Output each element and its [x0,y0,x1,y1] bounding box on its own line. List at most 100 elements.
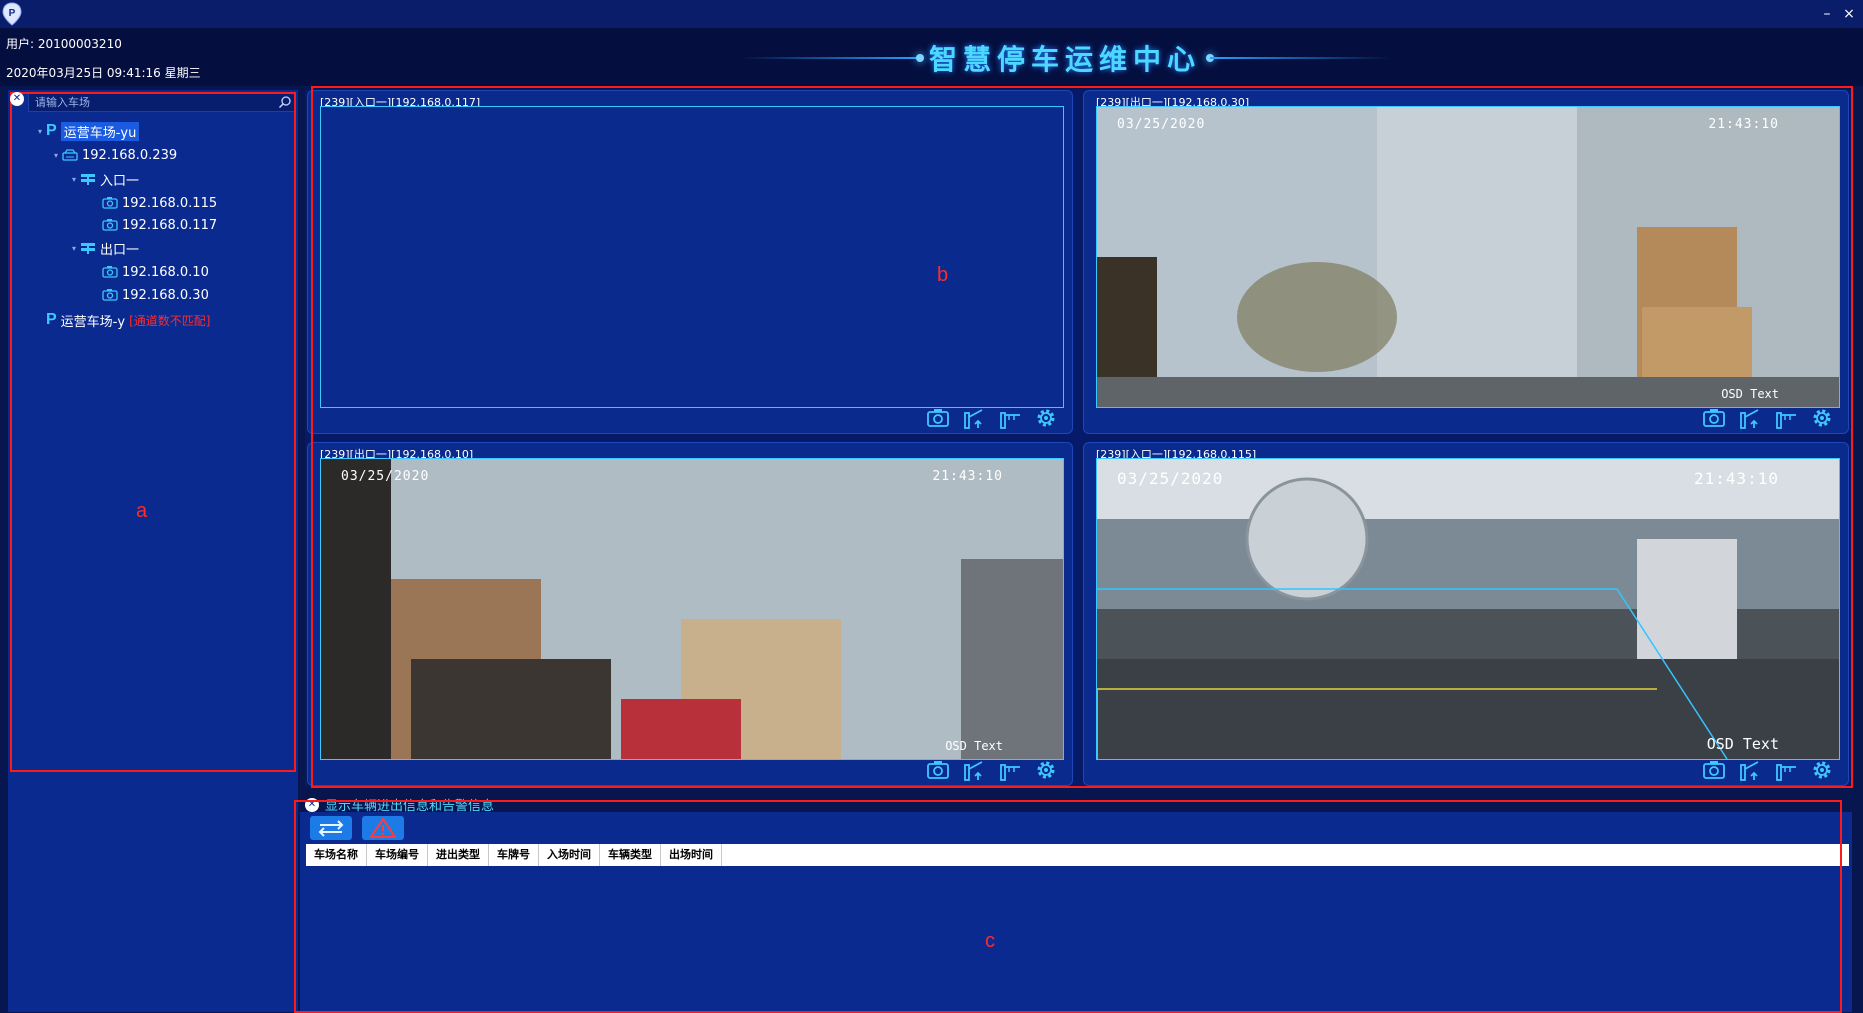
info-panel-title: 显示车辆进出信息和告警信息 [325,799,495,814]
osd-time: 21:43:10 [1693,469,1779,488]
search-box [28,92,296,112]
camera-icon [102,219,118,231]
osd-time: 21:43:10 [1708,117,1779,132]
column-header[interactable]: 车场编号 [367,844,428,866]
expand-caret-icon[interactable]: ▾ [38,127,42,136]
tree-item-label: 192.168.0.115 [122,195,218,211]
header: 用户: 20100003210 2020年03月25日 09:41:16 星期三… [0,28,1863,86]
camera-scene-illustration [321,459,1063,759]
tree-item-label: 运营车场-y [60,314,126,330]
tree-item-lot-y[interactable]: P 运营车场-y [通道数不匹配] [46,310,210,330]
tree-item-label: 入口一 [100,173,140,189]
annotation-label-b: b [937,264,949,286]
column-header[interactable]: 车牌号 [489,844,539,866]
info-panel-header: ✕ 显示车辆进出信息和告警信息 [305,795,494,814]
gate-icon [81,243,96,254]
app-logo-icon: P [2,2,22,26]
column-header[interactable]: 车辆类型 [600,844,661,866]
annotation-label-c: c [985,930,995,952]
tree-item-camera-115[interactable]: 192.168.0.115 [102,193,217,213]
camera-icon [102,197,118,209]
osd-date: 03/25/2020 [1117,469,1224,488]
open-gate-icon[interactable] [962,759,986,781]
parking-lot-icon: P [46,311,57,328]
search-input[interactable] [35,95,265,109]
expand-caret-icon[interactable]: ▾ [72,175,76,184]
osd-time: 21:43:10 [932,469,1003,484]
datetime-label: 2020年03月25日 09:41:16 星期三 [6,66,201,80]
minimize-button[interactable]: – [1816,4,1838,24]
close-gate-icon[interactable] [998,759,1022,781]
video-screen-empty[interactable] [320,106,1064,408]
osd-date: 03/25/2020 [1117,117,1206,132]
close-button[interactable]: × [1838,4,1860,24]
tree-item-server[interactable]: ▾ 192.168.0.239 [54,145,177,165]
video-cell-1[interactable]: [239][入口一][192.168.0.117] [307,90,1073,434]
search-icon[interactable] [278,95,292,109]
settings-gear-icon[interactable] [1810,759,1834,781]
close-gate-icon[interactable] [1774,407,1798,429]
tree-item-label: 运营车场-yu [60,121,140,141]
tree-item-label: 192.168.0.10 [122,264,209,280]
tree-item-camera-117[interactable]: 192.168.0.117 [102,215,217,235]
vehicle-info-panel: 车场名称 车场编号 进出类型 车牌号 入场时间 车辆类型 出场时间 [300,812,1852,1012]
snapshot-camera-icon[interactable] [926,759,950,781]
osd-text: OSD Text [1721,387,1779,401]
user-id-label: 用户: 20100003210 [6,37,122,51]
table-header: 车场名称 车场编号 进出类型 车牌号 入场时间 车辆类型 出场时间 [306,844,1849,866]
tree-item-camera-10[interactable]: 192.168.0.10 [102,262,209,282]
video-cell-4[interactable]: [239][入口一][192.168.0.115] 03/25/2020 21:… [1083,442,1849,786]
annotation-label-a: a [136,500,148,522]
video-toolbar [1702,407,1834,429]
open-gate-icon[interactable] [1738,759,1762,781]
column-header[interactable]: 出场时间 [661,844,722,866]
column-header[interactable]: 车场名称 [306,844,367,866]
close-gate-icon[interactable] [1774,759,1798,781]
collapse-left-panel-button[interactable]: ✕ [10,92,24,106]
video-feed[interactable]: 03/25/2020 21:43:10 OSD Text [1096,106,1840,408]
page-title: 智慧停车运维中心 [928,43,1201,76]
camera-scene-illustration [1097,459,1839,759]
tree-item-entrance[interactable]: ▾ 入口一 [72,169,139,189]
camera-scene-illustration [1097,107,1839,407]
expand-caret-icon[interactable]: ▾ [54,151,58,160]
video-feed[interactable]: 03/25/2020 21:43:10 OSD Text [320,458,1064,760]
open-gate-icon[interactable] [1738,407,1762,429]
expand-caret-icon[interactable]: ▾ [72,244,76,253]
camera-icon [102,266,118,278]
tree-item-exit[interactable]: ▾ 出口一 [72,238,139,258]
title-bar: P – × [0,0,1863,28]
tree-item-label: 192.168.0.30 [122,287,209,303]
tree-item-camera-30[interactable]: 192.168.0.30 [102,285,209,305]
video-toolbar [1702,759,1834,781]
collapse-info-panel-button[interactable]: ✕ [305,797,319,812]
settings-gear-icon[interactable] [1034,759,1058,781]
title-decoration-left [740,57,920,59]
title-banner: 智慧停车运维中心 [740,36,1390,78]
app-window: P – × 用户: 20100003210 2020年03月25日 09:41:… [0,0,1863,1013]
column-header[interactable]: 入场时间 [539,844,600,866]
tree-item-lot-yu[interactable]: ▾ P 运营车场-yu [38,121,140,141]
tree-item-label: 192.168.0.117 [122,217,218,233]
snapshot-camera-icon[interactable] [926,407,950,429]
settings-gear-icon[interactable] [1810,407,1834,429]
column-header[interactable]: 进出类型 [428,844,489,866]
osd-text: OSD Text [945,739,1003,753]
video-feed[interactable]: 03/25/2020 21:43:10 OSD Text [1096,458,1840,760]
tree-item-label: 出口一 [100,242,140,258]
video-cell-2[interactable]: [239][出口一][192.168.0.30] 03/25/2020 21:4… [1083,90,1849,434]
snapshot-camera-icon[interactable] [1702,759,1726,781]
title-decoration-right [1210,57,1390,59]
open-gate-icon[interactable] [962,407,986,429]
channel-mismatch-warning: [通道数不匹配] [129,313,211,328]
parking-lot-icon: P [46,122,57,139]
camera-icon [102,289,118,301]
settings-gear-icon[interactable] [1034,407,1058,429]
gate-icon [81,174,96,185]
snapshot-camera-icon[interactable] [1702,407,1726,429]
server-icon [62,149,78,161]
vehicle-in-out-tab-icon[interactable] [310,816,352,840]
alarm-warning-tab-icon[interactable] [362,816,404,840]
video-cell-3[interactable]: [239][出口一][192.168.0.10] 03/25/2020 21:4… [307,442,1073,786]
close-gate-icon[interactable] [998,407,1022,429]
